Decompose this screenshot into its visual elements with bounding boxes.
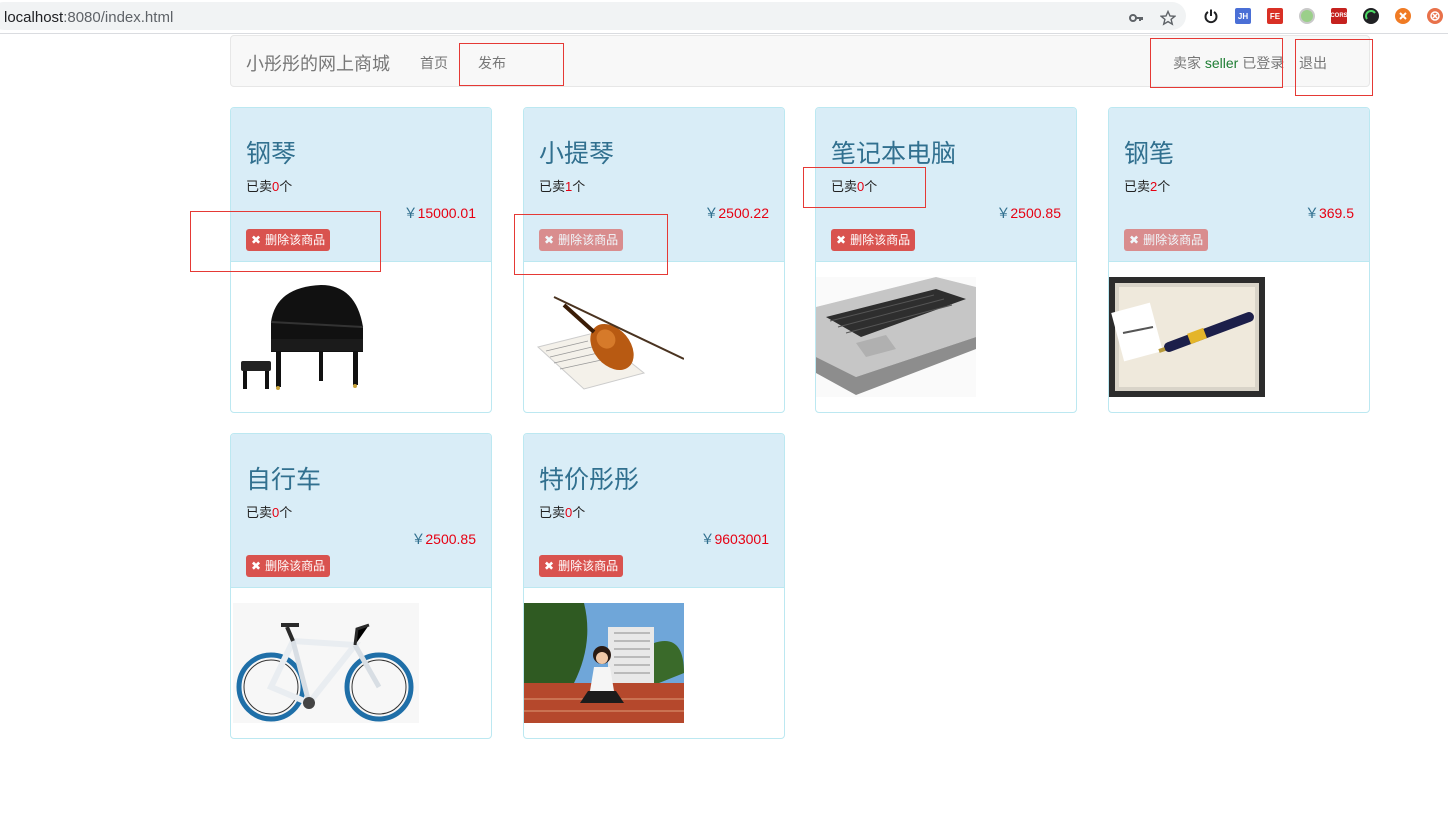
product-title[interactable]: 自行车 bbox=[246, 460, 321, 496]
product-card-header: 笔记本电脑 已卖0个 ￥2500.85 ✖ 删除该商品 bbox=[816, 108, 1076, 262]
product-image[interactable] bbox=[524, 603, 684, 723]
product-price: ￥369.5 bbox=[1304, 205, 1354, 221]
product-image[interactable] bbox=[233, 603, 419, 723]
product-title[interactable]: 钢笔 bbox=[1124, 134, 1174, 170]
delete-product-button[interactable]: ✖ 删除该商品 bbox=[246, 229, 331, 251]
green-dot-extension-icon[interactable] bbox=[1299, 8, 1315, 24]
close-icon: ✖ bbox=[251, 559, 262, 573]
url-text[interactable]: localhost:8080/index.html bbox=[4, 9, 173, 26]
red-x-extension-icon[interactable] bbox=[1427, 8, 1443, 24]
site-brand[interactable]: 小彤彤的网上商城 bbox=[246, 50, 390, 76]
url-box[interactable]: localhost:8080/index.html bbox=[0, 2, 1186, 30]
nav-home-link[interactable]: 首页 bbox=[420, 53, 448, 73]
key-icon[interactable] bbox=[1128, 10, 1144, 26]
product-sold-count: 已卖2个 bbox=[1124, 179, 1171, 194]
product-card[interactable]: 钢笔 已卖2个 ￥369.5 ✖ 删除该商品 bbox=[1108, 107, 1370, 413]
product-image[interactable] bbox=[816, 277, 976, 397]
product-sold-count: 已卖0个 bbox=[831, 179, 878, 194]
product-image[interactable] bbox=[1109, 277, 1265, 397]
product-price: ￥2500.22 bbox=[704, 205, 769, 221]
product-card-header: 钢琴 已卖0个 ￥15000.01 ✖ 删除该商品 bbox=[231, 108, 491, 262]
jh-extension-icon[interactable]: JH bbox=[1235, 8, 1251, 24]
close-icon: ✖ bbox=[251, 233, 262, 247]
product-image[interactable] bbox=[231, 277, 391, 397]
login-status: 卖家 seller 已登录 bbox=[1173, 55, 1285, 71]
product-sold-count: 已卖0个 bbox=[246, 179, 293, 194]
delete-product-button[interactable]: ✖ 删除该商品 bbox=[539, 555, 624, 577]
browser-address-bar: localhost:8080/index.html JH FE CORS bbox=[0, 0, 1448, 34]
product-sold-count: 已卖0个 bbox=[539, 505, 586, 520]
product-card-header: 特价彤彤 已卖0个 ￥9603001 ✖ 删除该商品 bbox=[524, 434, 784, 588]
product-sold-count: 已卖0个 bbox=[246, 505, 293, 520]
product-image[interactable] bbox=[524, 277, 684, 397]
delete-product-button[interactable]: ✖ 删除该商品 bbox=[246, 555, 331, 577]
product-price: ￥15000.01 bbox=[403, 205, 476, 221]
logout-link[interactable]: 退出 bbox=[1299, 53, 1327, 73]
fe-extension-icon[interactable]: FE bbox=[1267, 8, 1283, 24]
product-card-header: 自行车 已卖0个 ￥2500.85 ✖ 删除该商品 bbox=[231, 434, 491, 588]
product-card[interactable]: 笔记本电脑 已卖0个 ￥2500.85 ✖ 删除该商品 bbox=[815, 107, 1077, 413]
product-sold-count: 已卖1个 bbox=[539, 179, 586, 194]
product-card[interactable]: 自行车 已卖0个 ￥2500.85 ✖ 删除该商品 bbox=[230, 433, 492, 739]
close-icon: ✖ bbox=[544, 233, 555, 247]
product-card[interactable]: 特价彤彤 已卖0个 ￥9603001 ✖ 删除该商品 bbox=[523, 433, 785, 739]
product-card-header: 钢笔 已卖2个 ￥369.5 ✖ 删除该商品 bbox=[1109, 108, 1369, 262]
close-icon: ✖ bbox=[1129, 233, 1140, 247]
orange-extension-icon[interactable] bbox=[1395, 8, 1411, 24]
site-navbar: 小彤彤的网上商城 首页 发布 卖家 seller 已登录 退出 bbox=[230, 35, 1370, 87]
delete-product-button[interactable]: ✖ 删除该商品 bbox=[539, 229, 624, 251]
product-title[interactable]: 钢琴 bbox=[246, 134, 296, 170]
product-card-header: 小提琴 已卖1个 ￥2500.22 ✖ 删除该商品 bbox=[524, 108, 784, 262]
delete-product-button[interactable]: ✖ 删除该商品 bbox=[1124, 229, 1209, 251]
product-title[interactable]: 笔记本电脑 bbox=[831, 134, 956, 170]
product-price: ￥2500.85 bbox=[996, 205, 1061, 221]
close-icon: ✖ bbox=[544, 559, 555, 573]
dark-gauge-extension-icon[interactable] bbox=[1363, 8, 1379, 24]
delete-product-button[interactable]: ✖ 删除该商品 bbox=[831, 229, 916, 251]
cors-extension-icon[interactable]: CORS bbox=[1330, 8, 1348, 24]
close-icon: ✖ bbox=[836, 233, 847, 247]
product-price: ￥9603001 bbox=[700, 531, 769, 547]
product-card[interactable]: 钢琴 已卖0个 ￥15000.01 ✖ 删除该商品 bbox=[230, 107, 492, 413]
product-card[interactable]: 小提琴 已卖1个 ￥2500.22 ✖ 删除该商品 bbox=[523, 107, 785, 413]
nav-publish-link[interactable]: 发布 bbox=[478, 53, 506, 73]
star-icon[interactable] bbox=[1160, 10, 1176, 26]
product-title[interactable]: 小提琴 bbox=[539, 134, 614, 170]
product-price: ￥2500.85 bbox=[411, 531, 476, 547]
product-title[interactable]: 特价彤彤 bbox=[539, 460, 639, 496]
username: seller bbox=[1204, 55, 1239, 71]
power-icon[interactable] bbox=[1203, 8, 1219, 24]
